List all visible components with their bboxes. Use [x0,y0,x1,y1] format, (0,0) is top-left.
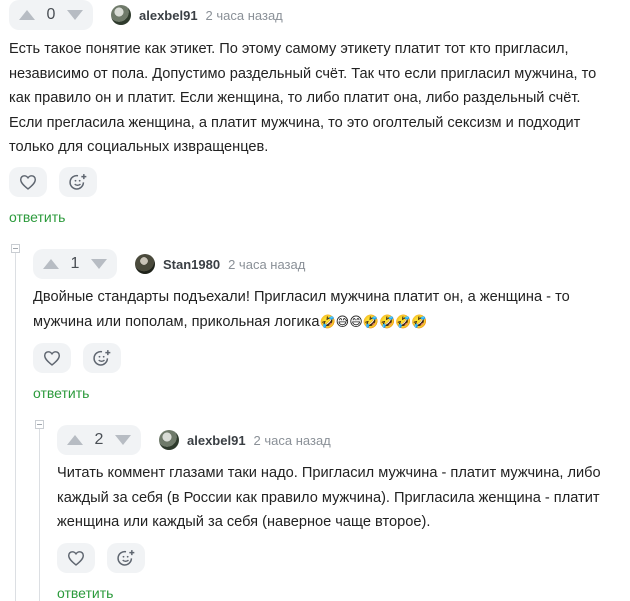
reply-link[interactable]: ответить [57,585,113,601]
comment-header: 0 alexbel91 2 часа назад [9,0,283,30]
comment-time[interactable]: 2 часа назад [206,8,283,23]
upvote-icon[interactable] [43,259,59,269]
like-button[interactable] [9,167,47,197]
smiley-plus-icon [117,550,135,566]
react-button[interactable] [107,543,145,573]
reply-link[interactable]: ответить [9,209,65,225]
comment-actions [33,343,121,373]
comment-header: 1 Stan1980 2 часа назад [33,249,305,279]
smiley-plus-icon [69,174,87,190]
comment-header: 2 alexbel91 2 часа назад [57,425,331,455]
upvote-icon[interactable] [67,435,83,445]
thread-line[interactable] [39,424,40,601]
avatar[interactable] [159,430,179,450]
like-button[interactable] [57,543,95,573]
thread-line[interactable] [15,248,16,601]
heart-icon [43,351,61,366]
like-button[interactable] [33,343,71,373]
comment-text: Читать коммент глазами таки надо. Пригла… [57,465,601,530]
react-button[interactable] [83,343,121,373]
author-name[interactable]: alexbel91 [139,8,198,23]
smiley-plus-icon [93,350,111,366]
collapse-minus-icon[interactable] [35,420,44,429]
author-name[interactable]: alexbel91 [187,433,246,448]
heart-icon [19,175,37,190]
comment-text: Есть такое понятие как этикет. По этому … [9,41,597,155]
collapse-minus-icon[interactable] [11,244,20,253]
author-name[interactable]: Stan1980 [163,257,220,272]
vote-box: 2 [57,425,141,455]
reply-link[interactable]: ответить [33,385,89,401]
vote-score: 1 [70,255,80,272]
react-button[interactable] [59,167,97,197]
vote-box: 0 [9,0,93,30]
vote-score: 0 [46,6,56,23]
downvote-icon[interactable] [67,10,83,20]
emoji-row: 🤣😅😄🤣🤣🤣🤣 [319,313,428,329]
comment-actions [57,543,145,573]
comment-text-body: Двойные стандарты подъехали! Пригласил м… [33,289,570,330]
downvote-icon[interactable] [91,259,107,269]
vote-score: 2 [94,431,104,448]
comment-text: Двойные стандарты подъехали! Пригласил м… [33,285,618,334]
upvote-icon[interactable] [19,10,35,20]
avatar[interactable] [135,254,155,274]
comment-time[interactable]: 2 часа назад [254,433,331,448]
vote-box: 1 [33,249,117,279]
comment-actions [9,167,97,197]
avatar[interactable] [111,5,131,25]
comment-time[interactable]: 2 часа назад [228,257,305,272]
heart-icon [67,551,85,566]
downvote-icon[interactable] [115,435,131,445]
